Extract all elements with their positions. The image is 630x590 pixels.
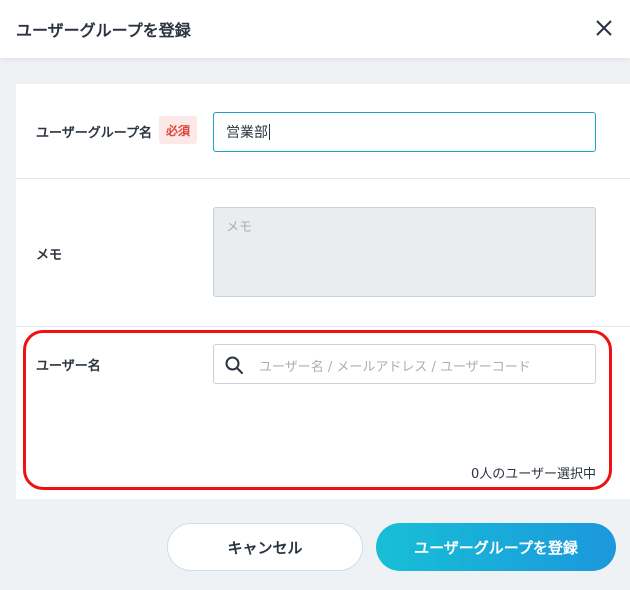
- search-icon: [225, 356, 243, 374]
- cancel-button[interactable]: キャンセル: [167, 523, 363, 571]
- user-name-label: ユーザー名: [36, 359, 101, 374]
- group-name-label: ユーザーグループ名: [36, 126, 152, 141]
- register-group-button[interactable]: ユーザーグループを登録: [376, 523, 616, 571]
- text-caret: [269, 124, 270, 140]
- group-name-input[interactable]: 営業部: [213, 112, 596, 152]
- close-icon: [596, 20, 612, 36]
- memo-textarea[interactable]: メモ: [213, 207, 596, 297]
- memo-label: メモ: [36, 248, 63, 263]
- form-card: ユーザーグループ名 必須 営業部 メモ メモ ユーザー名 ユーザー名 / メール…: [16, 84, 630, 499]
- row-divider: [16, 326, 630, 327]
- close-button[interactable]: [590, 14, 618, 42]
- required-badge: 必須: [159, 116, 197, 144]
- search-placeholder: ユーザー名 / メールアドレス / ユーザーコード: [259, 360, 531, 375]
- memo-placeholder: メモ: [226, 220, 253, 235]
- selected-user-count: 0人のユーザー選択中: [470, 467, 596, 482]
- dialog-header: ユーザーグループを登録: [0, 0, 630, 58]
- dialog-title: ユーザーグループを登録: [16, 21, 191, 40]
- group-name-value: 営業部: [226, 125, 268, 141]
- row-divider: [16, 178, 630, 179]
- user-search-input[interactable]: ユーザー名 / メールアドレス / ユーザーコード: [213, 344, 596, 384]
